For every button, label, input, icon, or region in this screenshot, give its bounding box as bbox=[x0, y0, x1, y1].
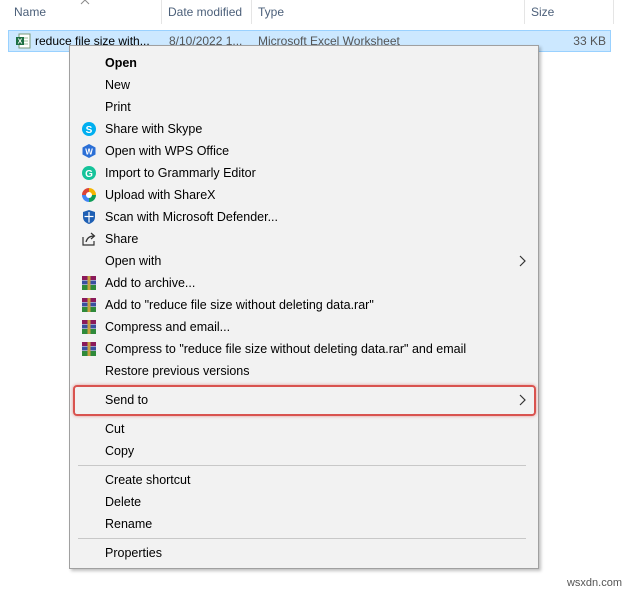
column-type[interactable]: Type bbox=[252, 0, 524, 24]
menu-item-label: Add to archive... bbox=[105, 276, 196, 290]
chevron-right-icon bbox=[519, 255, 526, 267]
menu-item-share[interactable]: Share bbox=[72, 228, 536, 250]
menu-item-label: Rename bbox=[105, 517, 153, 531]
menu-item-defender[interactable]: Scan with Microsoft Defender... bbox=[72, 206, 536, 228]
menu-item-delete[interactable]: Delete bbox=[72, 491, 536, 513]
menu-item-label: Properties bbox=[105, 546, 162, 560]
winrar-icon bbox=[82, 276, 96, 290]
menu-item-sharex[interactable]: Upload with ShareX bbox=[72, 184, 536, 206]
menu-item-label: Open bbox=[105, 56, 137, 70]
menu-item-grammarly[interactable]: G Import to Grammarly Editor bbox=[72, 162, 536, 184]
file-size: 33 KB bbox=[573, 34, 606, 48]
menu-item-add-rar[interactable]: Add to "reduce file size without deletin… bbox=[72, 294, 536, 316]
sharex-icon bbox=[82, 188, 96, 202]
menu-item-compress-email[interactable]: Compress and email... bbox=[72, 316, 536, 338]
menu-item-label: Compress to "reduce file size without de… bbox=[105, 342, 467, 356]
winrar-icon bbox=[82, 298, 96, 312]
grammarly-icon: G bbox=[82, 166, 96, 180]
skype-icon: S bbox=[82, 122, 96, 136]
menu-item-label: Copy bbox=[105, 444, 135, 458]
column-divider[interactable] bbox=[613, 0, 614, 24]
menu-item-share-skype[interactable]: S Share with Skype bbox=[72, 118, 536, 140]
menu-item-label: Share with Skype bbox=[105, 122, 203, 136]
column-name[interactable]: Name bbox=[8, 0, 160, 24]
watermark: wsxdn.com bbox=[566, 577, 622, 589]
wps-office-icon: W bbox=[82, 144, 96, 158]
menu-item-copy[interactable]: Copy bbox=[72, 440, 536, 462]
menu-item-compress-rar-email[interactable]: Compress to "reduce file size without de… bbox=[72, 338, 536, 360]
menu-item-open-with[interactable]: Open with bbox=[72, 250, 536, 272]
column-header: Name Date modified Type Size bbox=[0, 0, 634, 24]
menu-item-label: Create shortcut bbox=[105, 473, 191, 487]
svg-text:G: G bbox=[85, 169, 93, 180]
menu-item-label: Cut bbox=[105, 422, 125, 436]
column-size[interactable]: Size bbox=[525, 0, 613, 24]
menu-item-print[interactable]: Print bbox=[72, 96, 536, 118]
menu-item-open-wps[interactable]: W Open with WPS Office bbox=[72, 140, 536, 162]
svg-text:W: W bbox=[85, 148, 93, 157]
menu-item-label: Import to Grammarly Editor bbox=[105, 166, 256, 180]
menu-item-restore-versions[interactable]: Restore previous versions bbox=[72, 360, 536, 382]
menu-item-label: Share bbox=[105, 232, 139, 246]
winrar-icon bbox=[82, 320, 96, 334]
winrar-icon bbox=[82, 342, 96, 356]
menu-item-create-shortcut[interactable]: Create shortcut bbox=[72, 469, 536, 491]
menu-item-label: Delete bbox=[105, 495, 142, 509]
send-to-highlight bbox=[73, 385, 536, 416]
menu-item-rename[interactable]: Rename bbox=[72, 513, 536, 535]
menu-separator bbox=[78, 465, 526, 466]
share-icon bbox=[82, 232, 96, 246]
menu-item-label: Open with bbox=[105, 254, 162, 268]
defender-shield-icon bbox=[83, 210, 95, 224]
menu-item-label: Scan with Microsoft Defender... bbox=[105, 210, 278, 224]
menu-item-label: Compress and email... bbox=[105, 320, 231, 334]
svg-text:X: X bbox=[18, 39, 23, 46]
excel-file-icon: X bbox=[16, 33, 31, 49]
menu-item-label: Restore previous versions bbox=[105, 364, 250, 378]
menu-item-label: Print bbox=[105, 100, 131, 114]
menu-item-label: Add to "reduce file size without deletin… bbox=[105, 298, 374, 312]
menu-item-properties[interactable]: Properties bbox=[72, 542, 536, 564]
menu-item-new[interactable]: New bbox=[72, 74, 536, 96]
column-date-modified[interactable]: Date modified bbox=[162, 0, 252, 24]
svg-text:S: S bbox=[86, 125, 93, 136]
menu-item-label: Upload with ShareX bbox=[105, 188, 216, 202]
menu-item-label: New bbox=[105, 78, 131, 92]
menu-separator bbox=[78, 538, 526, 539]
context-menu: Open New Print S Share with Skype W Open… bbox=[69, 45, 539, 569]
menu-item-label: Open with WPS Office bbox=[105, 144, 230, 158]
menu-item-add-archive[interactable]: Add to archive... bbox=[72, 272, 536, 294]
menu-item-open[interactable]: Open bbox=[72, 52, 536, 74]
menu-item-cut[interactable]: Cut bbox=[72, 418, 536, 440]
